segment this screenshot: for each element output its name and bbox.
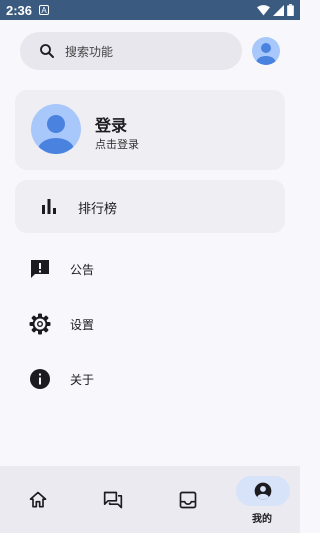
announcement-icon bbox=[31, 260, 49, 278]
forum-icon bbox=[103, 491, 123, 509]
account-icon bbox=[254, 482, 272, 500]
leaderboard-button[interactable]: 排行榜 bbox=[15, 180, 285, 233]
status-time: 2:36 bbox=[6, 2, 33, 18]
menu-label-announcement: 公告 bbox=[70, 263, 95, 277]
menu-item-settings[interactable]: 设置 bbox=[0, 304, 300, 344]
user-avatar-icon bbox=[31, 104, 81, 154]
battery-icon bbox=[287, 4, 294, 16]
login-subtitle: 点击登录 bbox=[95, 138, 139, 151]
nav-home[interactable] bbox=[0, 466, 75, 533]
nav-label-profile: 我的 bbox=[252, 514, 272, 525]
nav-profile[interactable]: 我的 bbox=[225, 466, 300, 533]
leaderboard-label: 排行榜 bbox=[78, 202, 118, 217]
signal-icon bbox=[273, 4, 284, 16]
inbox-icon bbox=[179, 491, 197, 509]
menu-label-about: 关于 bbox=[70, 373, 95, 387]
info-icon bbox=[30, 369, 50, 389]
login-title: 登录 bbox=[95, 116, 128, 135]
nav-inbox[interactable] bbox=[150, 466, 225, 533]
wifi-icon bbox=[257, 4, 270, 15]
search-bar[interactable]: 搜索功能 bbox=[20, 32, 242, 70]
status-bar: 2:36 A bbox=[0, 0, 300, 20]
bottom-navigation: 我的 bbox=[0, 466, 300, 533]
home-icon bbox=[29, 491, 47, 508]
menu-item-about[interactable]: 关于 bbox=[0, 359, 300, 399]
bar-chart-icon bbox=[42, 199, 56, 214]
login-card[interactable]: 登录 点击登录 bbox=[15, 90, 285, 170]
menu-item-announcement[interactable]: 公告 bbox=[0, 249, 300, 289]
search-icon bbox=[40, 44, 54, 58]
search-placeholder: 搜索功能 bbox=[65, 44, 114, 59]
a-square-icon: A bbox=[39, 5, 50, 15]
status-icons bbox=[257, 4, 294, 16]
menu-label-settings: 设置 bbox=[70, 318, 95, 332]
gear-icon bbox=[29, 313, 51, 335]
nav-forum[interactable] bbox=[75, 466, 150, 533]
avatar[interactable] bbox=[252, 37, 280, 65]
